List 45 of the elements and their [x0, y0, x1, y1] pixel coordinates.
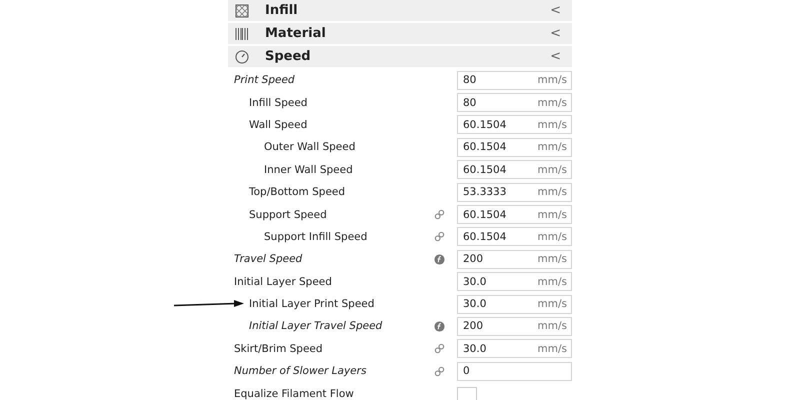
- input-field[interactable]: 30.0 mm/s: [457, 294, 572, 314]
- barcode-icon: [235, 26, 249, 40]
- setting-label: Initial Layer Travel Speed: [248, 320, 384, 332]
- chevron-icon[interactable]: <: [550, 26, 561, 41]
- category-header[interactable]: Speed <: [228, 46, 572, 67]
- input-field[interactable]: 80 mm/s: [457, 70, 572, 90]
- setting-label: Outer Wall Speed: [263, 141, 356, 154]
- function-icon[interactable]: [434, 254, 444, 265]
- input-field[interactable]: 60.1504 mm/s: [457, 205, 572, 224]
- setting-label: Infill Speed: [248, 96, 308, 109]
- link-icon[interactable]: [434, 343, 444, 354]
- link-icon[interactable]: [434, 231, 444, 242]
- setting-label: Top/Bottom Speed: [248, 186, 346, 198]
- setting-label: Skirt/Brim Speed: [233, 342, 324, 355]
- setting-label: Initial Layer Print Speed: [248, 298, 376, 310]
- input-field[interactable]: 53.3333 mm/s: [457, 182, 572, 202]
- arrow-icon: [174, 300, 244, 308]
- link-icon[interactable]: [434, 366, 444, 377]
- input-field[interactable]: 60.1504 mm/s: [457, 227, 572, 246]
- gauge-icon: [235, 50, 249, 64]
- setting-label: Number of Slower Layers: [233, 365, 368, 378]
- input-field[interactable]: 60.1504 mm/s: [457, 138, 572, 157]
- setting-label: Support Speed: [248, 208, 328, 221]
- function-icon[interactable]: [434, 320, 444, 332]
- setting-label: Print Speed: [233, 74, 296, 86]
- input-field[interactable]: 60.1504 mm/s: [457, 160, 572, 180]
- input-field[interactable]: 30.0 mm/s: [457, 339, 572, 358]
- input-field[interactable]: 30.0 mm/s: [457, 272, 572, 292]
- setting-label: Support Infill Speed: [263, 230, 368, 243]
- input-field[interactable]: 0: [457, 362, 572, 381]
- setting-label: Wall Speed: [248, 118, 308, 131]
- chevron-icon[interactable]: <: [550, 3, 561, 18]
- input-field[interactable]: 200 mm/s: [457, 316, 572, 336]
- input-field[interactable]: 80 mm/s: [457, 93, 572, 112]
- setting-label: Initial Layer Speed: [233, 276, 333, 288]
- category-header[interactable]: Material <: [228, 23, 572, 44]
- input-field[interactable]: 200 mm/s: [457, 250, 572, 269]
- category-header[interactable]: Infill <: [228, 0, 572, 21]
- link-icon[interactable]: [434, 209, 444, 220]
- input-field[interactable]: 60.1504 mm/s: [457, 115, 572, 134]
- setting-label: Travel Speed: [233, 253, 304, 266]
- setting-label: Equalize Filament Flow: [233, 388, 355, 400]
- chevron-icon[interactable]: <: [550, 49, 561, 64]
- setting-label: Inner Wall Speed: [263, 164, 354, 176]
- grid-icon: [235, 4, 249, 18]
